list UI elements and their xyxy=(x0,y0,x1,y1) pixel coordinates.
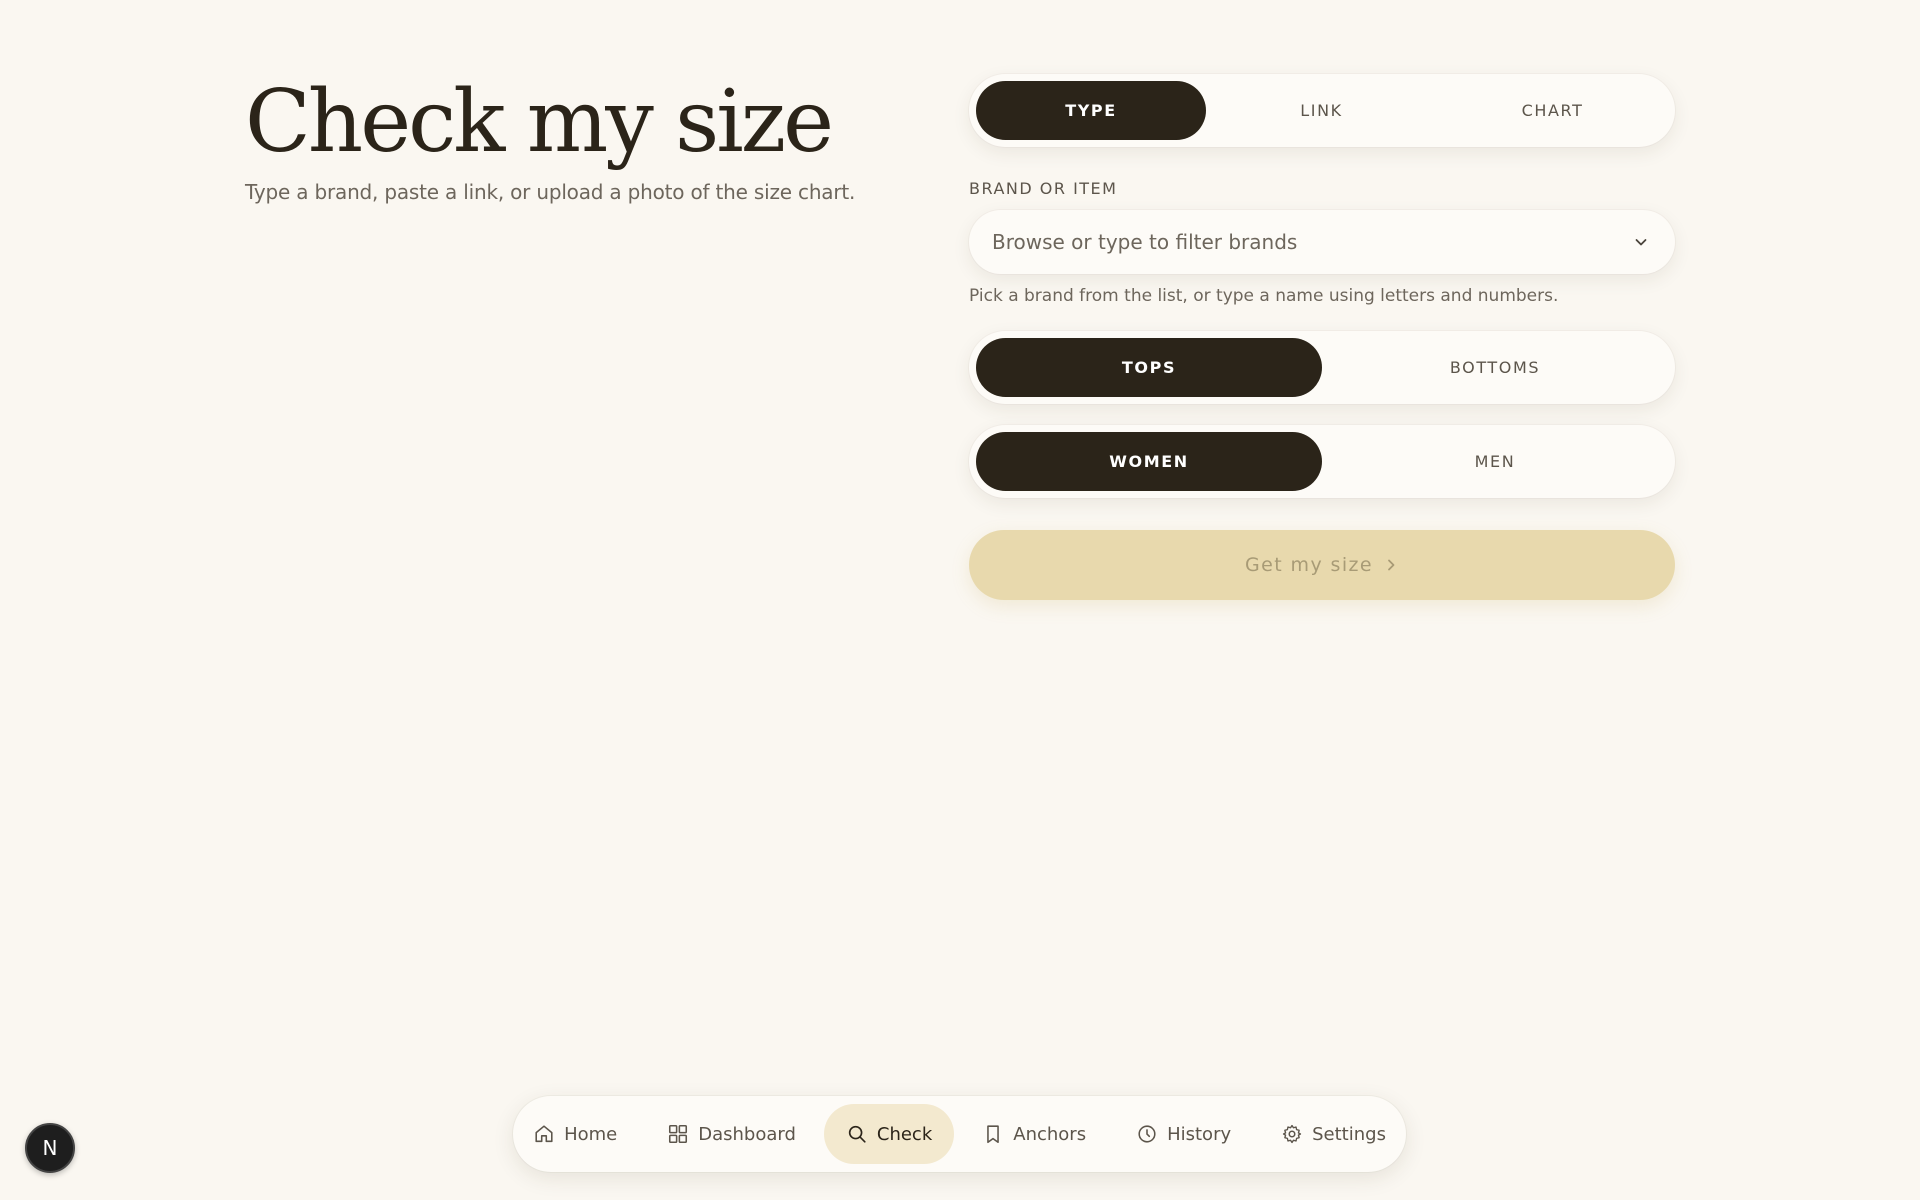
nav-item-home[interactable]: Home xyxy=(511,1104,639,1164)
gender-tabs: WOMEN MEN xyxy=(969,425,1675,498)
brand-select[interactable]: Browse or type to filter brands xyxy=(969,210,1675,274)
gear-icon xyxy=(1283,1124,1302,1144)
nav-item-settings[interactable]: Settings xyxy=(1259,1104,1408,1164)
grid-icon xyxy=(669,1124,688,1144)
get-my-size-button[interactable]: Get my size xyxy=(969,530,1675,600)
tab-type[interactable]: TYPE xyxy=(976,81,1206,140)
badge-letter: N xyxy=(42,1136,58,1160)
bottom-nav: Home Dashboard Check Anchors History Set… xyxy=(513,1096,1406,1172)
chevron-down-icon xyxy=(1633,234,1649,250)
tab-tops[interactable]: TOPS xyxy=(976,338,1322,397)
nav-item-dashboard[interactable]: Dashboard xyxy=(645,1104,818,1164)
intro: Check my size Type a brand, paste a link… xyxy=(245,72,945,204)
nav-item-label: Anchors xyxy=(1013,1123,1087,1145)
home-icon xyxy=(535,1125,553,1143)
tab-women[interactable]: WOMEN xyxy=(976,432,1322,491)
chevron-right-icon xyxy=(1385,558,1399,572)
page: Check my size Type a brand, paste a link… xyxy=(0,0,1920,1200)
input-mode-tabs: TYPE LINK CHART xyxy=(969,74,1675,147)
category-tabs: TOPS BOTTOMS xyxy=(969,331,1675,404)
nav-item-label: History xyxy=(1167,1123,1232,1145)
nav-item-history[interactable]: History xyxy=(1114,1104,1253,1164)
nav-item-label: Home xyxy=(564,1123,618,1145)
tab-men[interactable]: MEN xyxy=(1322,432,1668,491)
tab-bottoms[interactable]: BOTTOMS xyxy=(1322,338,1668,397)
nav-item-label: Check xyxy=(876,1123,933,1145)
search-icon xyxy=(848,1125,866,1143)
nav-item-check[interactable]: Check xyxy=(823,1104,955,1164)
page-title: Check my size xyxy=(245,72,834,172)
bookmark-icon xyxy=(987,1125,1000,1144)
clock-icon xyxy=(1138,1125,1156,1143)
tab-chart[interactable]: CHART xyxy=(1437,81,1668,140)
nav-item-anchors[interactable]: Anchors xyxy=(960,1104,1108,1164)
page-subtitle: Type a brand, paste a link, or upload a … xyxy=(245,180,856,204)
dev-tools-badge[interactable]: N xyxy=(25,1123,75,1173)
tab-link[interactable]: LINK xyxy=(1206,81,1437,140)
brand-field-label: BRAND OR ITEM xyxy=(969,179,1118,198)
get-my-size-label: Get my size xyxy=(1245,554,1373,576)
brand-select-placeholder: Browse or type to filter brands xyxy=(992,230,1298,254)
nav-item-label: Settings xyxy=(1312,1123,1386,1145)
size-form: TYPE LINK CHART BRAND OR ITEM Browse or … xyxy=(969,74,1675,600)
nav-item-label: Dashboard xyxy=(698,1123,796,1145)
brand-help-text: Pick a brand from the list, or type a na… xyxy=(969,286,1559,306)
